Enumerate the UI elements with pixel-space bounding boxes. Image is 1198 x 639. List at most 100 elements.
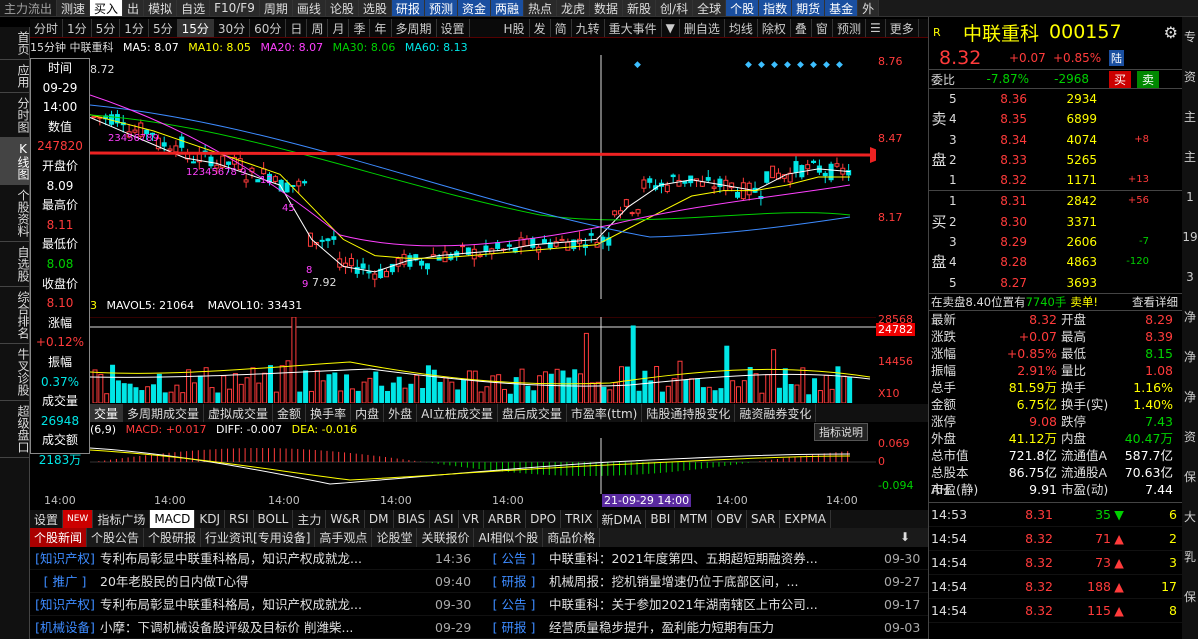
indicator-tab[interactable]: BIAS xyxy=(394,510,431,528)
bid-row[interactable]: 5 8.27 3693 xyxy=(929,273,1182,293)
leftnav-item[interactable]: 超级盘口 xyxy=(0,401,30,458)
indicator-tab[interactable]: 设置 xyxy=(30,510,64,528)
indicator-tab[interactable]: DPO xyxy=(526,510,562,528)
chart-tool-button[interactable]: 九转 xyxy=(572,19,605,37)
timeframe-tab[interactable]: 年 xyxy=(370,19,392,37)
indicator-tab[interactable]: TRIX xyxy=(561,510,598,528)
ask-row[interactable]: 盘 2 8.33 5265 xyxy=(929,150,1182,170)
news-row[interactable]: [ 研报 ] 经营质量稳步提升，盈利能力短期有压力 09-03 xyxy=(479,616,928,639)
vol-indicator-tab[interactable]: 金额 xyxy=(273,404,307,422)
chart-tool-button[interactable]: 删自选 xyxy=(680,19,725,37)
ask-row[interactable]: 卖 4 8.35 6899 xyxy=(929,109,1182,129)
ask-row[interactable]: 1 8.32 1171 +13 xyxy=(929,170,1182,190)
indicator-tab[interactable]: EXPMA xyxy=(780,510,831,528)
indicator-tab[interactable]: RSI xyxy=(225,510,254,528)
topbar-item[interactable]: 画线 xyxy=(292,0,326,16)
topbar-item[interactable]: 指数 xyxy=(759,0,793,16)
news-title[interactable]: 中联重科：2021年度第四、五期超短期融资券... xyxy=(549,547,884,569)
indicator-tab[interactable]: DM xyxy=(365,510,394,528)
news-tab[interactable]: 高手观点 xyxy=(315,528,373,547)
topbar-item[interactable]: 个股 xyxy=(726,0,760,16)
topbar-item[interactable]: 研报 xyxy=(391,0,425,16)
news-tab[interactable]: AI相似个股 xyxy=(474,528,544,547)
vol-indicator-tab[interactable]: 换手率 xyxy=(306,404,352,422)
timeframe-tab[interactable]: 多周期 xyxy=(392,19,437,37)
timeframe-tab[interactable]: 日 xyxy=(286,19,308,37)
buy-button[interactable]: 买 xyxy=(1109,70,1132,88)
chart-tool-button[interactable]: 发 xyxy=(530,19,551,37)
news-tab[interactable]: 个股新闻 xyxy=(30,528,88,547)
ask-row[interactable]: 5 8.36 2934 xyxy=(929,89,1182,109)
leftnav-item[interactable]: 牛叉诊股 xyxy=(0,344,30,401)
timeframe-tab[interactable]: 1分 xyxy=(120,19,149,37)
sell-button[interactable]: 卖 xyxy=(1137,70,1160,88)
leftnav-item[interactable]: 应用 xyxy=(0,60,30,93)
topbar-item[interactable]: 自选 xyxy=(177,0,211,16)
chart-tool-button[interactable]: 叠 xyxy=(791,19,812,37)
topbar-item[interactable]: 新股 xyxy=(623,0,657,16)
news-title[interactable]: 20年老股民的日内做T心得 xyxy=(100,570,435,592)
indicator-tab[interactable]: 新DMA xyxy=(598,510,647,528)
vol-indicator-tab[interactable]: 融资融券变化 xyxy=(735,404,817,422)
indicator-tab[interactable]: KDJ xyxy=(195,510,225,528)
bid-row[interactable]: 买 2 8.30 3371 xyxy=(929,212,1182,232)
news-tab[interactable]: 论股堂 xyxy=(372,528,418,547)
bid-row[interactable]: 3 8.29 2606 -7 xyxy=(929,232,1182,252)
indicator-tab[interactable]: ASI xyxy=(430,510,459,528)
news-tab[interactable]: 行业资讯[专用设备] xyxy=(201,528,316,547)
news-title[interactable]: 经营质量稳步提升，盈利能力短期有压力 xyxy=(549,616,884,638)
news-row[interactable]: [ 公告 ] 中联重科：2021年度第四、五期超短期融资券... 09-30 xyxy=(479,547,928,570)
topbar-item[interactable]: 买入 xyxy=(90,0,124,16)
timeframe-tab[interactable]: 周 xyxy=(307,19,329,37)
chart-tool-button[interactable]: ☰ xyxy=(866,19,886,37)
news-row[interactable]: [机械设备] 小摩：下调机械设备股评级及目标价 削潍柴... 09-29 xyxy=(30,616,479,639)
topbar-item[interactable]: 外 xyxy=(858,0,880,16)
chart-tool-button[interactable]: 除权 xyxy=(758,19,791,37)
topbar-item[interactable]: 龙虎 xyxy=(557,0,591,16)
leftnav-item[interactable]: 自选股 xyxy=(0,242,30,287)
leftnav-item[interactable]: K线图 xyxy=(0,138,30,185)
indicator-tab[interactable]: 主力 xyxy=(293,510,327,528)
leftnav-item[interactable]: 分时图 xyxy=(0,93,30,138)
vol-indicator-tab[interactable]: 交量 xyxy=(90,404,124,422)
topbar-item[interactable]: 两融 xyxy=(490,0,524,16)
chart-tool-button[interactable]: 重大事件 xyxy=(605,19,662,37)
tf-top-item[interactable]: 5分 xyxy=(92,19,121,37)
chart-tool-button[interactable]: ▼ xyxy=(662,19,680,37)
macd-chart[interactable] xyxy=(90,438,876,494)
vol-indicator-tab[interactable]: 陆股通持股变化 xyxy=(642,404,736,422)
news-row[interactable]: [知识产权] 专利布局彰显中联重科格局，知识产权成就龙... 09-30 xyxy=(30,593,479,616)
indicator-tab[interactable]: ARBR xyxy=(484,510,527,528)
bid-row[interactable]: 盘 4 8.28 4863 -120 xyxy=(929,252,1182,272)
news-title[interactable]: 中联重科：关于参加2021年湖南辖区上市公司... xyxy=(549,593,884,615)
tf-top-item[interactable]: 1分 xyxy=(63,19,92,37)
timeframe-tab[interactable]: 季 xyxy=(349,19,371,37)
topbar-item[interactable]: 周期 xyxy=(259,0,293,16)
topbar-item[interactable]: 测速 xyxy=(57,0,91,16)
vol-indicator-tab[interactable]: 盘后成交量 xyxy=(498,404,567,422)
topbar-item[interactable]: 创/科 xyxy=(656,0,694,16)
timeframe-tab[interactable]: 设置 xyxy=(437,19,470,37)
news-title[interactable]: 专利布局彰显中联重科格局，知识产权成就龙... xyxy=(100,547,435,569)
chart-tool-button[interactable]: 简 xyxy=(551,19,572,37)
vol-indicator-tab[interactable]: 内盘 xyxy=(351,404,385,422)
indicator-tab[interactable]: 指标广场 xyxy=(93,510,151,528)
leftnav-item[interactable]: 首页 xyxy=(0,27,30,60)
indicator-tab[interactable]: VR xyxy=(459,510,485,528)
topbar-item[interactable]: 预测 xyxy=(424,0,458,16)
vol-indicator-tab[interactable]: 虚拟成交量 xyxy=(204,404,274,422)
indicator-tab[interactable]: OBV xyxy=(712,510,747,528)
indicator-tab[interactable]: BBI xyxy=(646,510,676,528)
volume-chart[interactable] xyxy=(90,317,876,403)
alert-more-link[interactable]: 查看详细 xyxy=(1132,294,1178,310)
topbar-item[interactable]: 出 xyxy=(123,0,145,16)
topbar-item[interactable]: 全球 xyxy=(693,0,727,16)
topbar-item[interactable]: 期货 xyxy=(792,0,826,16)
ask-row[interactable]: 3 8.34 4074 +8 xyxy=(929,130,1182,150)
chart-tool-button[interactable]: 更多 xyxy=(886,19,919,37)
tf-top-item[interactable]: 分时 xyxy=(30,19,64,37)
download-icon[interactable]: ⬇ xyxy=(900,530,910,544)
topbar-item[interactable]: 基金 xyxy=(825,0,859,16)
chart-tool-button[interactable]: 均线 xyxy=(725,19,758,37)
topbar-item[interactable]: 资金 xyxy=(457,0,491,16)
